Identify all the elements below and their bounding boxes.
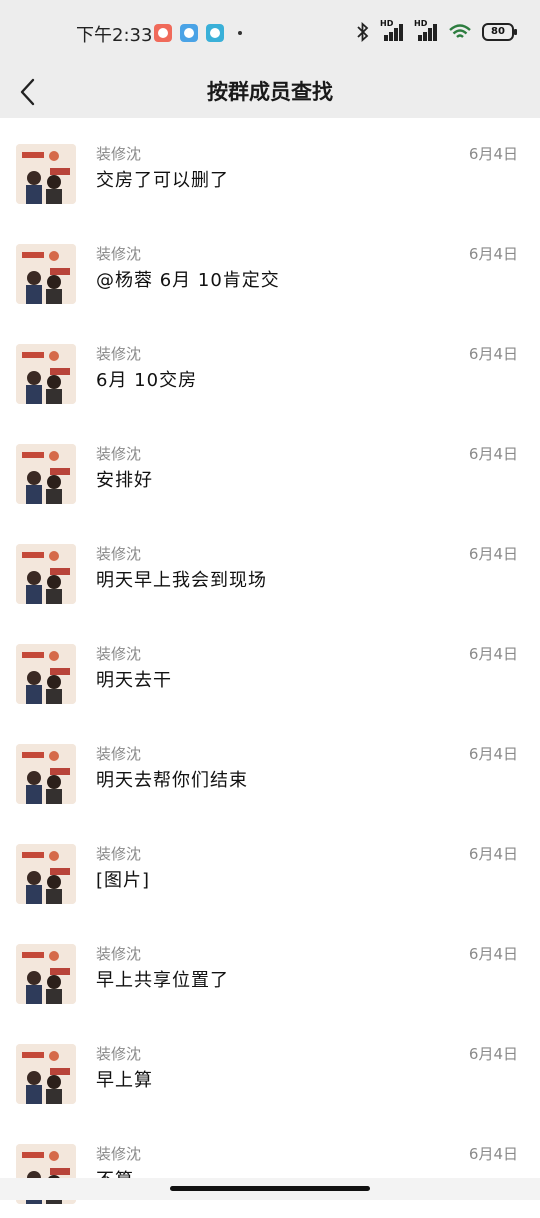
message-text: [图片] — [96, 870, 151, 891]
avatar[interactable] — [16, 144, 76, 204]
sender-name: 装修沈 — [96, 845, 142, 863]
message-text: 交房了可以删了 — [96, 170, 229, 191]
list-item[interactable]: 装修沈 6月4日 明天去干 — [0, 618, 540, 718]
signal-icon: HD — [380, 19, 404, 41]
system-icons: HD HD 80 — [356, 19, 517, 42]
avatar[interactable] — [16, 244, 76, 304]
message-text: 安排好 — [96, 470, 153, 491]
list-item[interactable]: 装修沈 6月4日 不算 — [0, 1118, 540, 1218]
list-item[interactable]: 装修沈 6月4日 [图片] — [0, 818, 540, 918]
bluetooth-icon — [357, 22, 369, 42]
message-text: 明天去干 — [96, 670, 172, 691]
message-text: 明天早上我会到现场 — [96, 570, 267, 591]
avatar[interactable] — [16, 744, 76, 804]
page-title: 按群成员查找 — [207, 80, 333, 104]
list-item[interactable]: 装修沈 6月4日 早上算 — [0, 1018, 540, 1118]
message-text: 6月 10交房 — [96, 370, 198, 391]
home-indicator-bar[interactable] — [170, 1186, 370, 1191]
message-date: 6月4日 — [468, 1045, 518, 1063]
list-item[interactable]: 装修沈 6月4日 明天早上我会到现场 — [0, 518, 540, 618]
sender-name: 装修沈 — [96, 145, 142, 163]
message-text: 早上算 — [96, 1070, 153, 1091]
status-time: 下午2:33 — [76, 25, 153, 46]
message-date: 6月4日 — [468, 445, 518, 463]
list-item[interactable]: 装修沈 6月4日 安排好 — [0, 418, 540, 518]
sender-name: 装修沈 — [96, 345, 142, 363]
more-notifications-icon — [238, 31, 242, 35]
signal-icon: HD — [414, 19, 438, 41]
message-date: 6月4日 — [468, 245, 518, 263]
message-date: 6月4日 — [468, 845, 518, 863]
avatar[interactable] — [16, 344, 76, 404]
message-date: 6月4日 — [468, 345, 518, 363]
title-bar: 按群成员查找 — [0, 66, 540, 118]
avatar[interactable] — [16, 944, 76, 1004]
sender-name: 装修沈 — [96, 645, 142, 663]
battery-icon: 80 — [482, 23, 517, 41]
avatar[interactable] — [16, 444, 76, 504]
wifi-icon — [449, 24, 471, 38]
message-text: 早上共享位置了 — [96, 970, 229, 991]
sender-name: 装修沈 — [96, 745, 142, 763]
avatar[interactable] — [16, 644, 76, 704]
message-date: 6月4日 — [468, 145, 518, 163]
message-date: 6月4日 — [468, 645, 518, 663]
sender-name: 装修沈 — [96, 245, 142, 263]
message-date: 6月4日 — [468, 745, 518, 763]
app-notification-icon — [206, 24, 224, 42]
list-item[interactable]: 装修沈 6月4日 @杨蓉 6月 10肯定交 — [0, 218, 540, 318]
app-notification-icon — [154, 24, 172, 42]
list-item[interactable]: 装修沈 6月4日 交房了可以删了 — [0, 118, 540, 218]
avatar[interactable] — [16, 544, 76, 604]
notification-icons — [154, 24, 242, 42]
sender-name: 装修沈 — [96, 1045, 142, 1063]
avatar[interactable] — [16, 1044, 76, 1104]
message-list: 装修沈 6月4日 交房了可以删了 装修沈 6月4日 @杨蓉 6月 10肯定交 装… — [0, 118, 540, 1218]
message-text: 明天去帮你们结束 — [96, 770, 248, 791]
status-bar: 下午2:33 HD HD 80 — [0, 0, 540, 66]
message-date: 6月4日 — [468, 1145, 518, 1163]
sender-name: 装修沈 — [96, 945, 142, 963]
list-item[interactable]: 装修沈 6月4日 6月 10交房 — [0, 318, 540, 418]
list-item[interactable]: 装修沈 6月4日 明天去帮你们结束 — [0, 718, 540, 818]
avatar[interactable] — [16, 844, 76, 904]
home-indicator[interactable] — [0, 1178, 540, 1200]
message-date: 6月4日 — [468, 545, 518, 563]
sender-name: 装修沈 — [96, 545, 142, 563]
list-item[interactable]: 装修沈 6月4日 早上共享位置了 — [0, 918, 540, 1018]
message-date: 6月4日 — [468, 945, 518, 963]
app-notification-icon — [180, 24, 198, 42]
sender-name: 装修沈 — [96, 445, 142, 463]
message-text: @杨蓉 6月 10肯定交 — [96, 270, 280, 291]
sender-name: 装修沈 — [96, 1145, 142, 1163]
